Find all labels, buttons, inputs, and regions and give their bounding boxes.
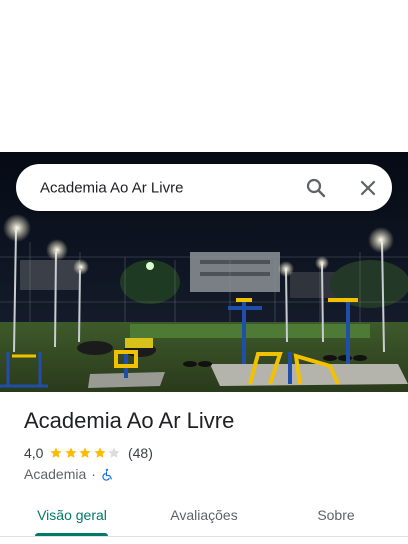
place-category: Academia [24, 466, 87, 482]
close-icon[interactable] [356, 176, 380, 200]
star-filled-icon [94, 447, 106, 458]
wheelchair-accessible-icon [101, 468, 114, 481]
star-filled-icon [79, 447, 92, 458]
search-icon[interactable] [304, 176, 328, 200]
rating-value: 4,0 [24, 445, 44, 461]
search-bar[interactable]: Academia Ao Ar Livre [16, 164, 392, 211]
rating-row[interactable]: 4,0 (48) [24, 444, 153, 462]
map-area-blank [0, 0, 408, 152]
category-row: Academia · [24, 465, 114, 483]
star-empty-icon [108, 447, 121, 458]
tabs-divider [0, 536, 408, 537]
tab-about[interactable]: Sobre [306, 496, 366, 534]
tab-reviews[interactable]: Avaliações [158, 496, 250, 534]
rating-stars [49, 446, 122, 460]
tab-overview[interactable]: Visão geral [30, 496, 114, 534]
separator: · [91, 466, 96, 482]
star-filled-icon [65, 447, 77, 458]
place-title: Academia Ao Ar Livre [24, 408, 235, 433]
review-count[interactable]: (48) [128, 445, 153, 461]
star-filled-icon [50, 447, 63, 458]
search-input[interactable]: Academia Ao Ar Livre [40, 179, 183, 196]
place-tabs: Visão geral Avaliações Sobre [0, 496, 408, 544]
